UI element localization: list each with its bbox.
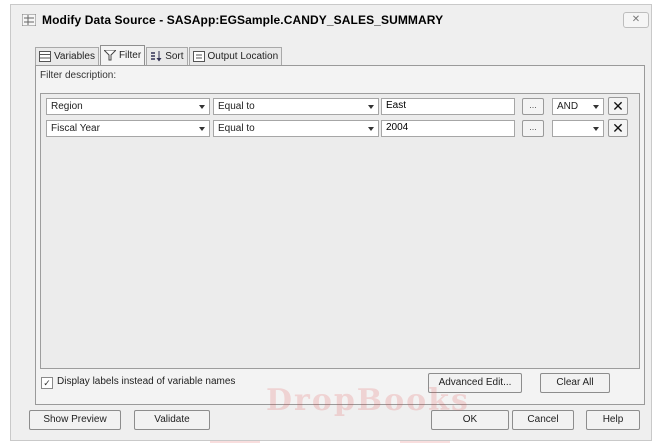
- clear-all-button[interactable]: Clear All: [540, 373, 610, 393]
- cancel-button[interactable]: Cancel: [512, 410, 574, 430]
- query-filter-icon: [22, 14, 36, 26]
- chevron-down-icon: [368, 127, 374, 131]
- table-icon: [39, 51, 51, 62]
- chevron-down-icon: [368, 105, 374, 109]
- variable-select[interactable]: Region: [46, 98, 210, 115]
- tab-label: Output Location: [207, 51, 279, 62]
- watermark-text: DropBooks: [266, 383, 470, 418]
- display-labels-label: Display labels instead of variable names: [57, 376, 236, 387]
- connector-select[interactable]: [552, 120, 604, 137]
- tab-strip: Variables Filter Sort Output Location: [35, 45, 283, 66]
- chevron-down-icon: [593, 105, 599, 109]
- filter-description-label: Filter description:: [40, 70, 117, 81]
- tab-label: Sort: [165, 51, 184, 62]
- window-title: Modify Data Source - SASApp:EGSample.CAN…: [42, 13, 444, 27]
- operator-select-value: Equal to: [218, 101, 255, 112]
- operator-select-value: Equal to: [218, 123, 255, 134]
- tab-variables[interactable]: Variables: [35, 47, 99, 65]
- tab-label: Variables: [54, 51, 95, 62]
- title-bar: Modify Data Source - SASApp:EGSample.CAN…: [11, 5, 651, 33]
- value-text: East: [386, 100, 407, 111]
- tab-output-location[interactable]: Output Location: [188, 47, 283, 65]
- connector-select-value: AND: [557, 101, 579, 112]
- browse-values-button[interactable]: ...: [522, 120, 544, 137]
- output-icon: [192, 51, 205, 62]
- funnel-icon: [102, 49, 118, 61]
- display-labels-checkbox[interactable]: ✓: [41, 377, 53, 389]
- close-button[interactable]: ✕: [623, 12, 649, 28]
- value-input[interactable]: 2004: [381, 120, 515, 137]
- modify-data-source-dialog: Modify Data Source - SASApp:EGSample.CAN…: [10, 4, 652, 441]
- connector-select[interactable]: AND: [552, 98, 604, 115]
- filter-conditions-grid: Region Equal to East ... AND ✕ Fiscal Ye…: [40, 93, 640, 369]
- tab-sort[interactable]: Sort: [146, 47, 188, 65]
- operator-select[interactable]: Equal to: [213, 120, 379, 137]
- remove-condition-button[interactable]: ✕: [608, 97, 628, 115]
- show-preview-button[interactable]: Show Preview: [29, 410, 121, 430]
- value-text: 2004: [386, 122, 409, 133]
- variable-select[interactable]: Fiscal Year: [46, 120, 210, 137]
- help-button[interactable]: Help: [586, 410, 640, 430]
- tab-filter[interactable]: Filter: [99, 45, 146, 65]
- tab-label: Filter: [118, 50, 142, 61]
- validate-button[interactable]: Validate: [134, 410, 210, 430]
- filter-panel: Filter description: Region Equal to East…: [35, 65, 645, 405]
- chevron-down-icon: [199, 105, 205, 109]
- chevron-down-icon: [199, 127, 205, 131]
- remove-condition-button[interactable]: ✕: [608, 119, 628, 137]
- value-input[interactable]: East: [381, 98, 515, 115]
- chevron-down-icon: [593, 127, 599, 131]
- operator-select[interactable]: Equal to: [213, 98, 379, 115]
- browse-values-button[interactable]: ...: [522, 98, 544, 115]
- variable-select-value: Fiscal Year: [51, 123, 100, 134]
- sort-icon: [150, 51, 162, 62]
- variable-select-value: Region: [51, 101, 83, 112]
